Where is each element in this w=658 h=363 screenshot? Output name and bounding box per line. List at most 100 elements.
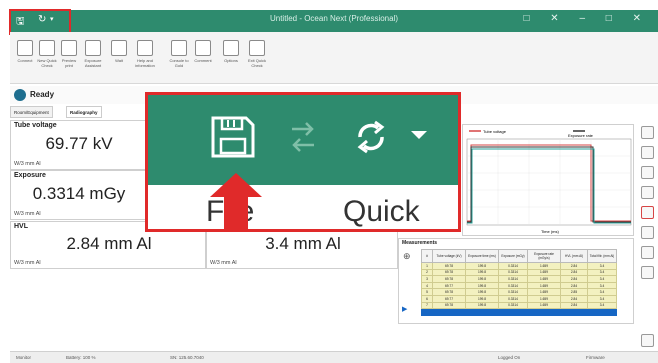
table-cell: 0.3314 <box>498 281 528 290</box>
table-cell: 3 <box>421 275 433 283</box>
comment-icon <box>195 40 211 56</box>
new-quick-check-button[interactable]: New Quick Check <box>36 40 58 68</box>
zoom-icon[interactable]: ⊕ <box>403 251 411 262</box>
exposure-assistant-button[interactable]: Exposure Assistant <box>82 40 104 68</box>
reading-value: 0.3314 mGy <box>32 184 126 203</box>
table-cell: 2.84 <box>560 262 588 270</box>
col-header[interactable]: HVL (mm Al) <box>560 249 588 263</box>
table-cell: 0.3314 <box>498 275 528 283</box>
reading-unit: W/3 mm Al <box>14 161 41 167</box>
footer-battery: Battery: 100 % <box>66 355 96 360</box>
comment-button[interactable]: Comment <box>192 40 214 63</box>
footer-logged-on: Logged On <box>498 355 521 360</box>
settings-icon[interactable] <box>641 126 654 139</box>
table-cell: 0.3314 <box>498 294 528 303</box>
zoom-callout: File Quick Ch <box>145 92 461 232</box>
help-button[interactable]: Help and information <box>134 40 156 68</box>
chart-x-label: Time (ms) <box>541 229 560 234</box>
document-icon[interactable] <box>641 166 654 179</box>
col-header[interactable]: Exposure (mGy) <box>498 249 528 263</box>
table-row[interactable]: 5 69.78 199.8 0.3314 1.659 2.85 3.4 <box>421 288 617 296</box>
assistant-icon <box>85 40 101 56</box>
row-pointer-icon: ▶ <box>402 306 408 313</box>
table-cell: 1.659 <box>527 268 561 277</box>
preview-print-button[interactable]: Preview print <box>58 40 80 68</box>
table-cell: 3.4 <box>587 275 617 283</box>
table-cell: 0.3314 <box>498 262 528 270</box>
col-header[interactable]: Tube voltage (kV) <box>432 249 466 263</box>
table-row[interactable]: 6 69.77 199.8 0.3314 1.659 2.84 3.4 <box>421 294 617 303</box>
plot-area <box>466 138 632 226</box>
col-header[interactable]: Exposure time (ms) <box>465 249 499 263</box>
side-toolbar <box>638 124 658 347</box>
table-cell: 3.4 <box>587 262 617 270</box>
reading-value: 3.4 mm Al <box>265 234 341 253</box>
table-cell: 1.659 <box>527 262 561 270</box>
export-icon[interactable] <box>641 266 654 279</box>
zoomed-pointer-arrow-stem <box>224 195 248 229</box>
list-icon[interactable] <box>641 334 654 347</box>
table-row[interactable]: 3 69.78 199.8 0.3314 1.659 2.84 3.4 <box>421 275 617 283</box>
table-row[interactable]: 2 69.78 199.8 0.3314 1.659 2.84 3.4 <box>421 268 617 277</box>
reading-title: Tube voltage <box>14 122 57 129</box>
waveform-chart: Tube voltage Exposure rate Time (ms) <box>462 124 634 236</box>
table-row-selected[interactable] <box>421 308 617 316</box>
col-header[interactable]: Exposure rate (mGy/s) <box>527 249 561 263</box>
refresh-icon[interactable] <box>641 146 654 159</box>
grid-icon[interactable] <box>641 226 654 239</box>
table-cell: 2.84 <box>560 281 588 290</box>
zoomed-sync-icon[interactable] <box>353 117 389 157</box>
table-cell: 2.84 <box>560 275 588 283</box>
table-cell: 69.77 <box>432 294 466 303</box>
table-cell: 3.4 <box>587 301 617 310</box>
print-icon <box>61 40 77 56</box>
table-cell: 69.78 <box>432 288 466 296</box>
table-cell: 1.659 <box>527 288 561 296</box>
footer-firmware: Firmware <box>586 355 605 360</box>
table-cell: 6 <box>421 294 433 303</box>
reading-value: 2.84 mm Al <box>66 234 152 253</box>
wait-button[interactable]: Wait <box>108 40 130 63</box>
col-header[interactable]: Total filtr. (mm Al) <box>587 249 617 263</box>
connect-icon <box>17 40 33 56</box>
table-cell: 4 <box>421 281 433 290</box>
table-row[interactable]: 7 69.78 199.8 0.3314 1.659 2.84 3.4 <box>421 301 617 310</box>
table-header-row: # Tube voltage (kV) Exposure time (ms) E… <box>421 249 617 263</box>
table-cell <box>421 308 433 316</box>
record-icon[interactable] <box>641 206 654 219</box>
measurements-table: # Tube voltage (kV) Exposure time (ms) E… <box>421 249 617 316</box>
table-cell: 69.78 <box>432 301 466 310</box>
help-icon <box>137 40 153 56</box>
exit-quick-check-button[interactable]: Exit Quick Check <box>246 40 268 68</box>
tab-radiography[interactable]: Radiography <box>66 106 102 118</box>
options-button[interactable]: Options <box>220 40 242 63</box>
status-indicator-icon <box>14 89 26 101</box>
tab-room-equipment[interactable]: Room/Equipment <box>10 106 53 118</box>
table-cell: 69.77 <box>432 281 466 290</box>
table-icon[interactable] <box>641 186 654 199</box>
reading-value: 69.77 kV <box>45 134 113 153</box>
waveform-svg: Tube voltage Exposure rate Time (ms) <box>466 129 632 234</box>
legend-exposure: Exposure rate <box>568 133 594 138</box>
reading-unit: W/3 mm Al <box>14 211 41 217</box>
window-controls[interactable]: □ ✕ – □ ✕ <box>523 13 650 24</box>
reading-title: HVL <box>14 223 28 230</box>
table-row[interactable]: 1 69.78 199.8 0.3314 1.659 2.84 3.4 <box>421 262 617 270</box>
table-cell: 1.659 <box>527 294 561 303</box>
tag-icon[interactable] <box>641 246 654 259</box>
table-cell: 1.659 <box>527 301 561 310</box>
measurements-title: Measurements <box>402 240 438 246</box>
console-button[interactable]: Console to Gold <box>168 40 190 68</box>
connect-button[interactable]: Connect <box>14 40 36 63</box>
col-header[interactable]: # <box>421 249 433 263</box>
table-cell: 199.8 <box>465 268 499 277</box>
exit-icon <box>249 40 265 56</box>
zoomed-dropdown-icon[interactable] <box>410 129 428 141</box>
zoomed-ribbon-quick-check: Quick Ch <box>343 195 420 228</box>
zoomed-save-icon[interactable] <box>210 115 256 159</box>
table-cell: 1 <box>421 262 433 270</box>
table-cell: 2.84 <box>560 294 588 303</box>
reading-title: Exposure <box>14 172 46 179</box>
table-row[interactable]: 4 69.77 199.8 0.3314 1.659 2.84 3.4 <box>421 281 617 290</box>
table-cell: 2.85 <box>560 288 588 296</box>
